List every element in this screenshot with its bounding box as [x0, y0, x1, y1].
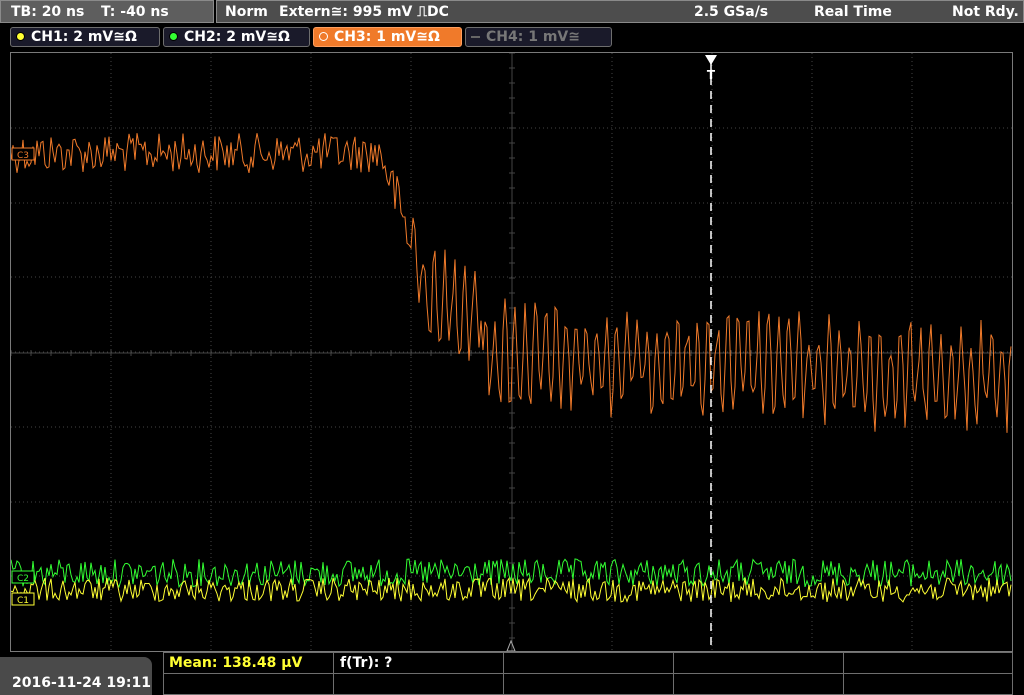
acquisition-state: Not Rdy.	[952, 4, 1019, 20]
waveform-display[interactable]: T C3 C2 C1	[10, 52, 1013, 652]
measurement-cell-empty-5[interactable]	[334, 674, 504, 694]
timebase-box[interactable]: TB: 20 ns T: -40 ns	[0, 0, 214, 23]
trigger-mode: Norm	[225, 4, 268, 20]
trigger-source: Extern≅: 995 mV ⎍DC	[279, 4, 449, 20]
channel-2-label: CH2: 2 mV≅Ω	[184, 29, 290, 45]
channel-3-indicator-icon	[319, 32, 328, 41]
measurement-cell-empty-6[interactable]	[504, 674, 674, 694]
channel-4-label: CH4: 1 mV≅	[486, 29, 580, 45]
channel-1-offset-marker[interactable]: C1	[11, 592, 35, 606]
channel-2-offset-marker[interactable]: C2	[11, 570, 35, 584]
ftr-measurement: f(Tr): ?	[340, 655, 393, 671]
channel-3-button[interactable]: CH3: 1 mV≅Ω	[313, 27, 462, 47]
channel-2-indicator-icon	[169, 32, 178, 41]
acquisition-mode: Real Time	[814, 4, 892, 20]
channel-1-label: CH1: 2 mV≅Ω	[31, 29, 137, 45]
channel-2-button[interactable]: CH2: 2 mV≅Ω	[163, 27, 310, 47]
measurement-cell-empty-1[interactable]	[504, 653, 674, 673]
channel-row: CH1: 2 mV≅Ω CH2: 2 mV≅Ω CH3: 1 mV≅Ω CH4:…	[0, 25, 1024, 49]
channel-2-marker-label: C2	[17, 574, 29, 584]
trigger-marker-label: T	[707, 68, 716, 82]
measurement-cell-empty-7[interactable]	[674, 674, 844, 694]
horizontal-position-icon	[506, 639, 516, 651]
channel-1-waveform	[11, 576, 1012, 604]
measurement-cell-empty-4[interactable]	[164, 674, 334, 694]
datetime-label: 2016-11-24 19:11	[12, 675, 151, 691]
channel-4-indicator-icon	[471, 36, 480, 38]
date-box: 2016-11-24 19:11	[0, 657, 152, 695]
channel-3-offset-marker[interactable]: C3	[11, 147, 35, 161]
waveform-canvas[interactable]: T C3 C2 C1	[11, 53, 1012, 651]
status-bar[interactable]: Norm Extern≅: 995 mV ⎍DC 2.5 GSa/s Real …	[216, 0, 1024, 23]
channel-1-marker-label: C1	[17, 596, 29, 606]
sample-rate: 2.5 GSa/s	[694, 4, 769, 20]
channel-3-waveform	[11, 133, 1012, 433]
measurement-cell-ftr[interactable]: f(Tr): ?	[334, 653, 504, 673]
channel-3-marker-label: C3	[17, 151, 29, 161]
mean-measurement: Mean: 138.48 μV	[169, 655, 303, 671]
trigger-position-icon[interactable]	[705, 55, 717, 65]
trigger-time-label: T: -40 ns	[101, 4, 169, 20]
measurement-cell-empty-2[interactable]	[674, 653, 844, 673]
channel-3-label: CH3: 1 mV≅Ω	[334, 29, 440, 45]
channel-4-button[interactable]: CH4: 1 mV≅	[465, 27, 612, 47]
channel-1-button[interactable]: CH1: 2 mV≅Ω	[10, 27, 160, 47]
measurement-cell-mean[interactable]: Mean: 138.48 μV	[164, 653, 334, 673]
timebase-label: TB: 20 ns	[11, 4, 85, 20]
measurement-panel[interactable]: Mean: 138.48 μV f(Tr): ?	[163, 652, 1013, 695]
measurement-cell-empty-3[interactable]	[844, 653, 1012, 673]
top-bar: TB: 20 ns T: -40 ns Norm Extern≅: 995 mV…	[0, 0, 1024, 24]
channel-1-indicator-icon	[16, 32, 25, 41]
